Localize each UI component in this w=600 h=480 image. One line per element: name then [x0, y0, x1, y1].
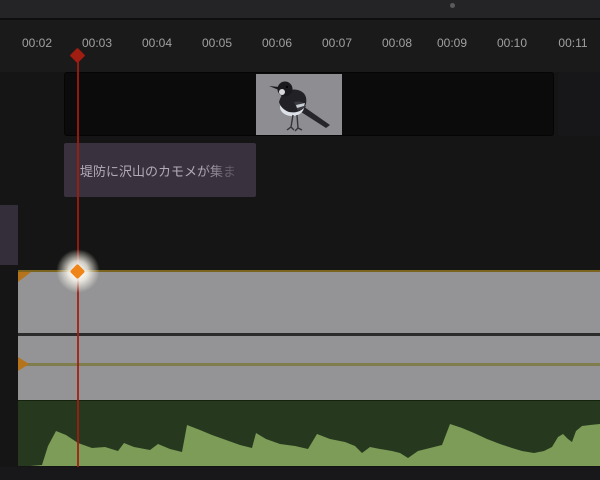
- ruler-label: 00:04: [141, 36, 173, 50]
- subtitle-clip[interactable]: 堤防に沢山のカモメが集ま: [64, 143, 256, 197]
- ruler-label: 00:03: [81, 36, 113, 50]
- ruler-label: 00:06: [261, 36, 293, 50]
- subtitle-text: 堤防に沢山のカモメが集ま: [80, 163, 237, 179]
- timeline-panel: 00:02 00:03 00:04 00:05 00:06 00:07 00:08 00:09…: [0, 0, 600, 480]
- ruler-label: 00:09: [436, 36, 468, 50]
- ruler-label: 00:02: [21, 36, 53, 50]
- partial-clip[interactable]: [0, 205, 18, 265]
- ruler-label: 00:05: [201, 36, 233, 50]
- zoom-handle-dot[interactable]: [450, 3, 455, 8]
- audio-waveform: [30, 424, 600, 466]
- volume-handle-icon[interactable]: [18, 357, 29, 371]
- media-clip[interactable]: [18, 270, 600, 400]
- clip-separator-line: [18, 333, 600, 336]
- ruler-label: 00:10: [496, 36, 528, 50]
- timeline-ruler[interactable]: 00:02 00:03 00:04 00:05 00:06 00:07 00:08 00:09…: [0, 20, 600, 72]
- bird-thumbnail: [256, 74, 342, 135]
- volume-line[interactable]: [18, 363, 600, 366]
- audio-waveform-shape: [30, 424, 600, 466]
- fade-handle-icon[interactable]: [18, 272, 31, 282]
- audio-clip[interactable]: [18, 400, 600, 466]
- ruler-label: 00:11: [558, 36, 588, 50]
- clip-thumbnail-bird[interactable]: [256, 74, 342, 135]
- ruler-label: 00:08: [381, 36, 413, 50]
- ruler-label: 00:07: [321, 36, 353, 50]
- scrollbar[interactable]: [0, 467, 600, 480]
- top-bar: [0, 0, 600, 20]
- video-clip-next[interactable]: [558, 72, 600, 136]
